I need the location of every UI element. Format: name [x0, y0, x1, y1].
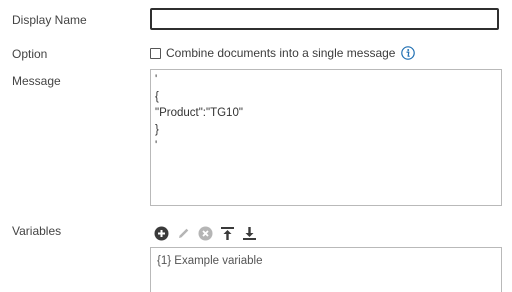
- combine-documents-option[interactable]: Combine documents into a single message: [150, 44, 416, 62]
- move-up-icon[interactable]: [219, 225, 235, 241]
- info-icon[interactable]: [401, 46, 416, 60]
- remove-icon[interactable]: [197, 225, 213, 241]
- variables-toolbar: [153, 224, 263, 242]
- add-icon[interactable]: [153, 225, 169, 241]
- edit-icon[interactable]: [175, 225, 191, 241]
- variables-label: Variables: [12, 224, 62, 238]
- message-textarea[interactable]: ' { "Product":"TG10" } ': [150, 69, 502, 206]
- option-label: Option: [12, 47, 48, 61]
- display-name-label: Display Name: [12, 13, 87, 27]
- combine-documents-label[interactable]: Combine documents into a single message: [166, 46, 395, 60]
- message-label: Message: [12, 74, 61, 88]
- move-down-icon[interactable]: [241, 225, 257, 241]
- display-name-input[interactable]: [150, 8, 499, 30]
- variable-item[interactable]: {1} Example variable: [157, 255, 495, 267]
- variables-list: {1} Example variable: [150, 247, 502, 292]
- combine-documents-checkbox[interactable]: [150, 47, 161, 59]
